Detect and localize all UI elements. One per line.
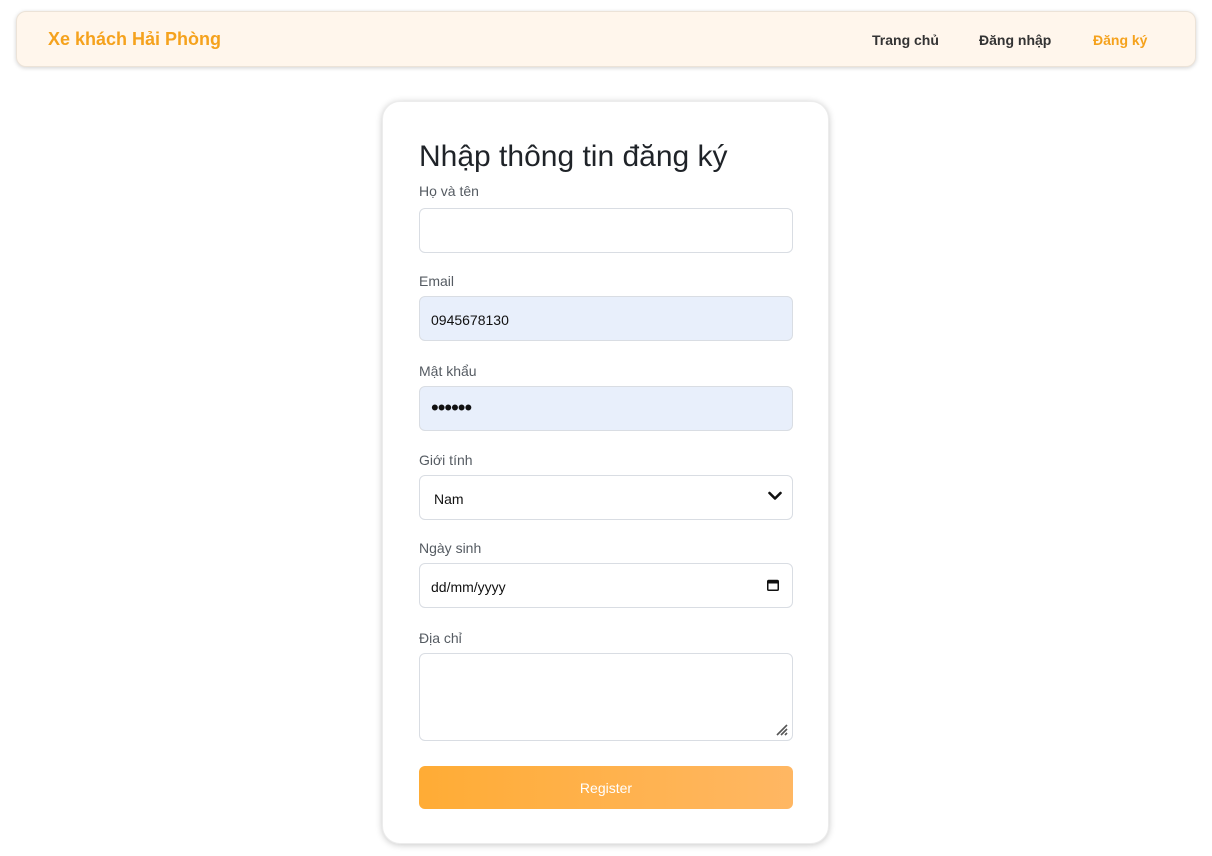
gender-select[interactable]: Nam	[419, 475, 793, 520]
top-navbar: Xe khách Hải Phòng Trang chủ Đăng nhập Đ…	[16, 11, 1196, 67]
email-label: Email	[419, 273, 455, 289]
birthday-label: Ngày sinh	[419, 540, 482, 556]
address-label: Địa chỉ	[419, 630, 462, 646]
password-input[interactable]: ••••••	[419, 386, 793, 431]
nav-register-link[interactable]: Đăng ký	[1093, 32, 1147, 48]
calendar-icon[interactable]	[767, 579, 779, 591]
nav-home-link[interactable]: Trang chủ	[872, 32, 939, 48]
fullname-input[interactable]	[419, 208, 793, 253]
fullname-label: Họ và tên	[419, 183, 479, 199]
password-masked-value: ••••••	[431, 395, 472, 420]
gender-selected-value: Nam	[434, 491, 464, 507]
birthday-placeholder: dd/mm/yyyy	[431, 579, 506, 595]
register-button[interactable]: Register	[419, 766, 793, 809]
gender-label: Giới tính	[419, 452, 473, 468]
birthday-date-input[interactable]: dd/mm/yyyy	[419, 563, 793, 608]
register-card: Nhập thông tin đăng ký Họ và tên Email 0…	[382, 101, 829, 844]
password-label: Mật khẩu	[419, 363, 477, 379]
nav-login-link[interactable]: Đăng nhập	[979, 32, 1051, 48]
address-textarea[interactable]	[419, 653, 793, 741]
resize-handle-icon[interactable]	[775, 723, 789, 737]
email-input[interactable]: 0945678130	[419, 296, 793, 341]
brand-logo-link[interactable]: Xe khách Hải Phòng	[48, 29, 221, 50]
page-title: Nhập thông tin đăng ký	[419, 140, 728, 173]
chevron-down-icon	[768, 491, 782, 500]
email-value: 0945678130	[431, 312, 509, 328]
